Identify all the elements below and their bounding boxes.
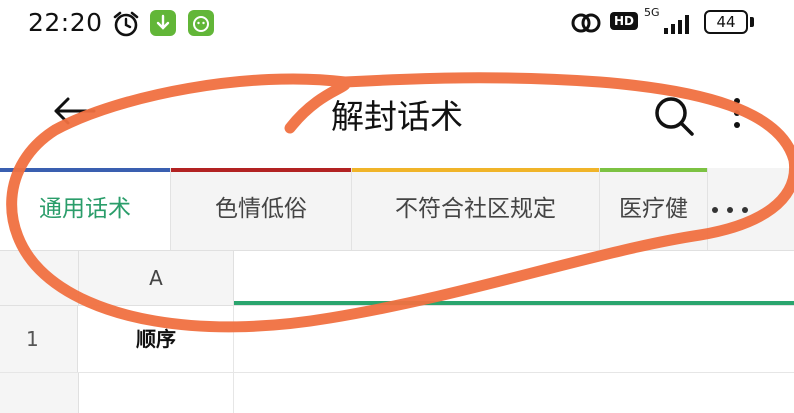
tab-label: 不符合社区规定: [395, 196, 556, 222]
column-header-a[interactable]: A: [79, 251, 234, 305]
search-icon[interactable]: [652, 94, 696, 142]
tab-color-bar: [171, 168, 351, 172]
signal-icon: [664, 12, 694, 38]
hd-badge: HD: [610, 12, 639, 30]
cell-a2[interactable]: [79, 373, 234, 413]
app-bar: 解封话术: [0, 70, 794, 160]
tab-general[interactable]: 通用话术: [0, 168, 171, 250]
download-notification-icon: [150, 10, 176, 36]
column-header-row: A: [0, 251, 794, 306]
more-vert-icon[interactable]: [734, 98, 742, 134]
selection-indicator: [234, 301, 794, 305]
link-icon: [570, 11, 602, 39]
tab-community-rules[interactable]: 不符合社区规定: [352, 168, 600, 250]
tabs-overflow-icon[interactable]: [712, 198, 782, 218]
tab-label: 通用话术: [39, 196, 131, 222]
alarm-icon: [112, 10, 140, 42]
table-row: [0, 373, 794, 413]
battery-icon: 44: [704, 10, 748, 34]
select-all-corner[interactable]: [0, 251, 79, 305]
tab-color-bar: [0, 168, 170, 172]
sheet-tabs: 通用话术 色情低俗 不符合社区规定 医疗健: [0, 168, 794, 251]
tab-color-bar: [352, 168, 599, 172]
tab-label: 色情低俗: [215, 196, 307, 222]
app-notification-icon: [188, 10, 214, 36]
status-bar: 22:20 HD 5G 44: [0, 0, 794, 46]
battery-tip: [750, 17, 754, 27]
cell-a1[interactable]: 顺序: [79, 306, 234, 372]
tab-vulgar[interactable]: 色情低俗: [171, 168, 352, 250]
status-time: 22:20: [28, 8, 103, 37]
row-header-1[interactable]: 1: [0, 306, 78, 372]
tab-color-bar: [600, 168, 707, 172]
table-row: 1 顺序: [0, 306, 794, 373]
spreadsheet-grid: A 1 顺序: [0, 251, 794, 413]
column-header-rest[interactable]: [234, 251, 794, 305]
tab-medical[interactable]: 医疗健: [600, 168, 708, 250]
tab-label: 医疗健: [619, 196, 688, 222]
network-type: 5G: [644, 6, 660, 19]
row-header-2[interactable]: [0, 373, 79, 413]
